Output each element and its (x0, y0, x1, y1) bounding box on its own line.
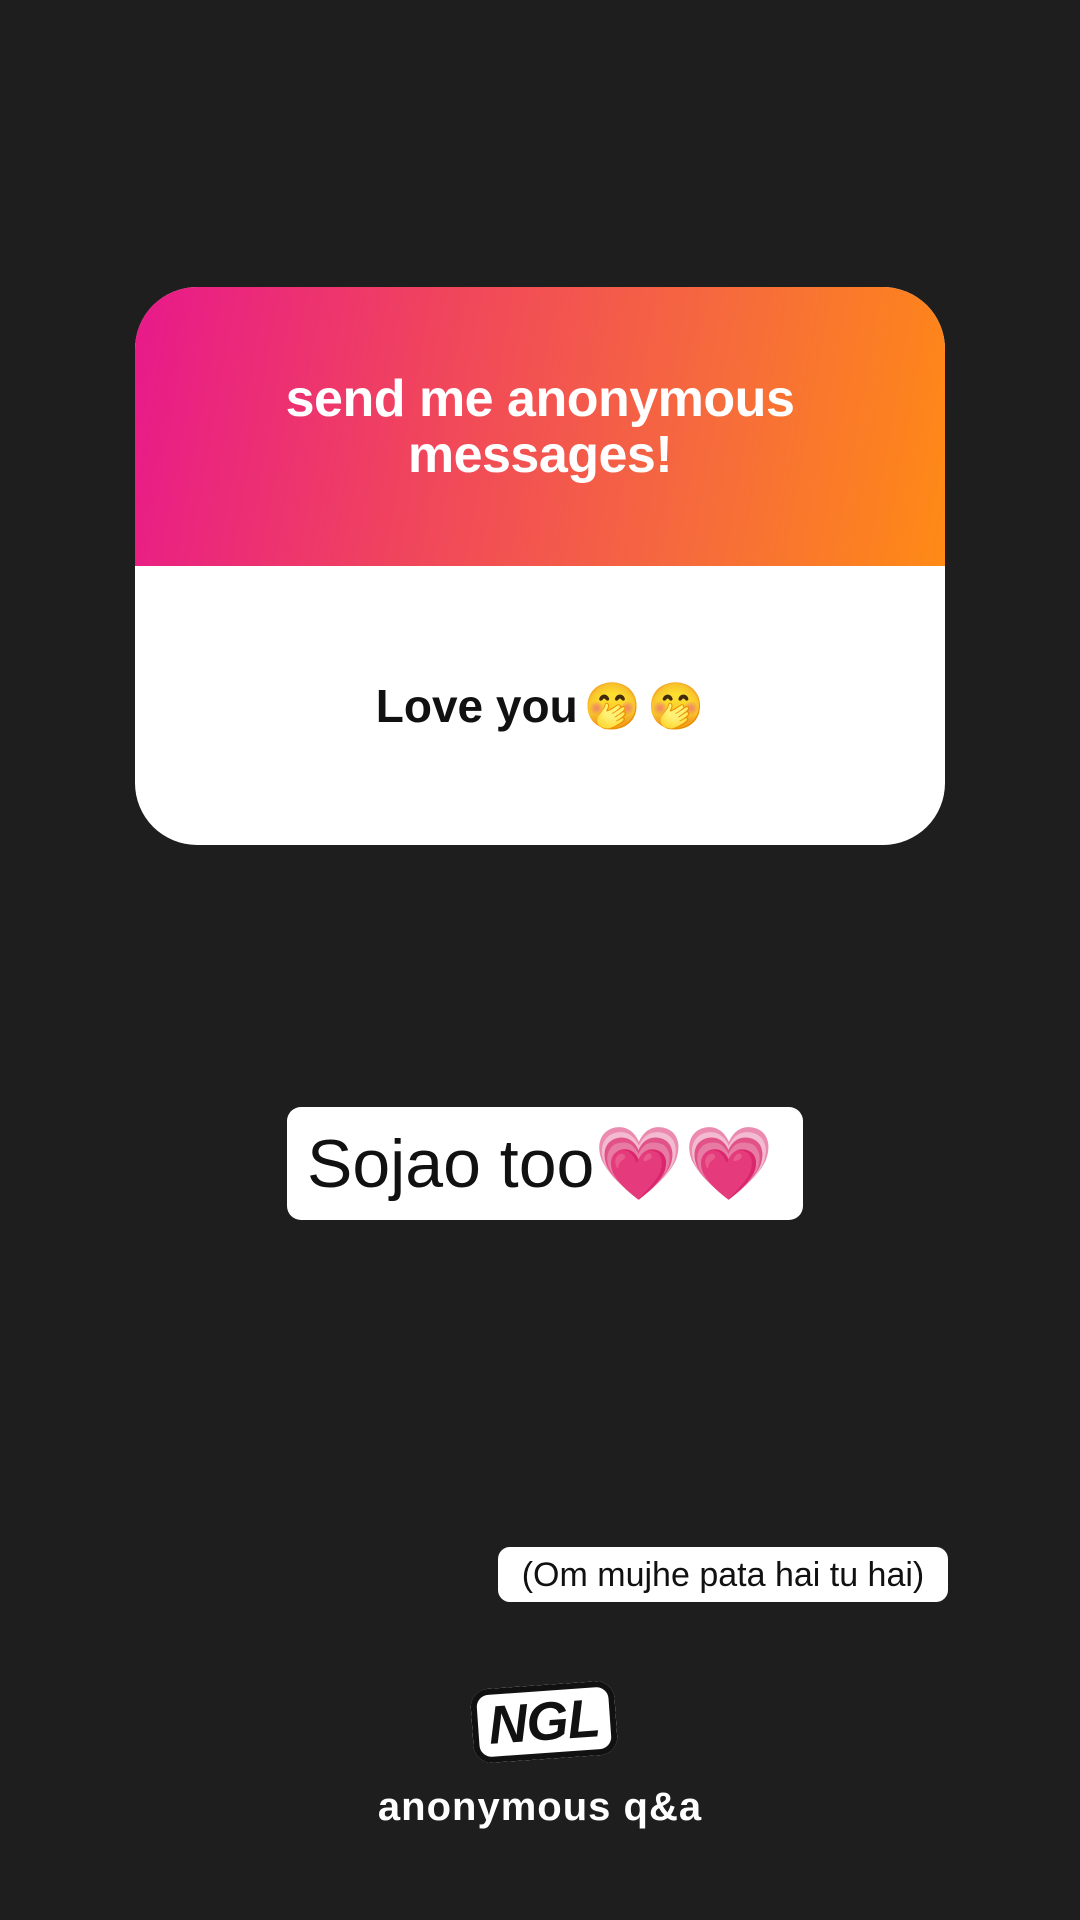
card-message-row: Love you 🤭 🤭 (376, 679, 705, 733)
growing-heart-emoji: 💗 (594, 1123, 684, 1204)
card-title: send me anonymous messages! (285, 369, 795, 484)
shy-face-emoji: 🤭 (583, 679, 641, 732)
note-sticker: (Om mujhe pata hai tu hai) (498, 1547, 948, 1602)
question-card: send me anonymous messages! Love you 🤭 🤭 (135, 287, 945, 845)
ngl-logo: NGL (469, 1680, 619, 1764)
card-message: Love you (375, 679, 578, 732)
logo-text: NGL (486, 1688, 602, 1756)
growing-heart-emoji: 💗 (684, 1123, 774, 1204)
shy-face-emoji: 🤭 (646, 679, 705, 732)
reply-sticker: Sojao too 💗 💗 (287, 1107, 803, 1220)
card-header: send me anonymous messages! (135, 287, 945, 566)
reply-text: Sojao too (307, 1125, 595, 1202)
note-text: (Om mujhe pata hai tu hai) (521, 1555, 925, 1594)
tagline: anonymous q&a (377, 1785, 703, 1829)
card-body: Love you 🤭 🤭 (135, 566, 945, 845)
